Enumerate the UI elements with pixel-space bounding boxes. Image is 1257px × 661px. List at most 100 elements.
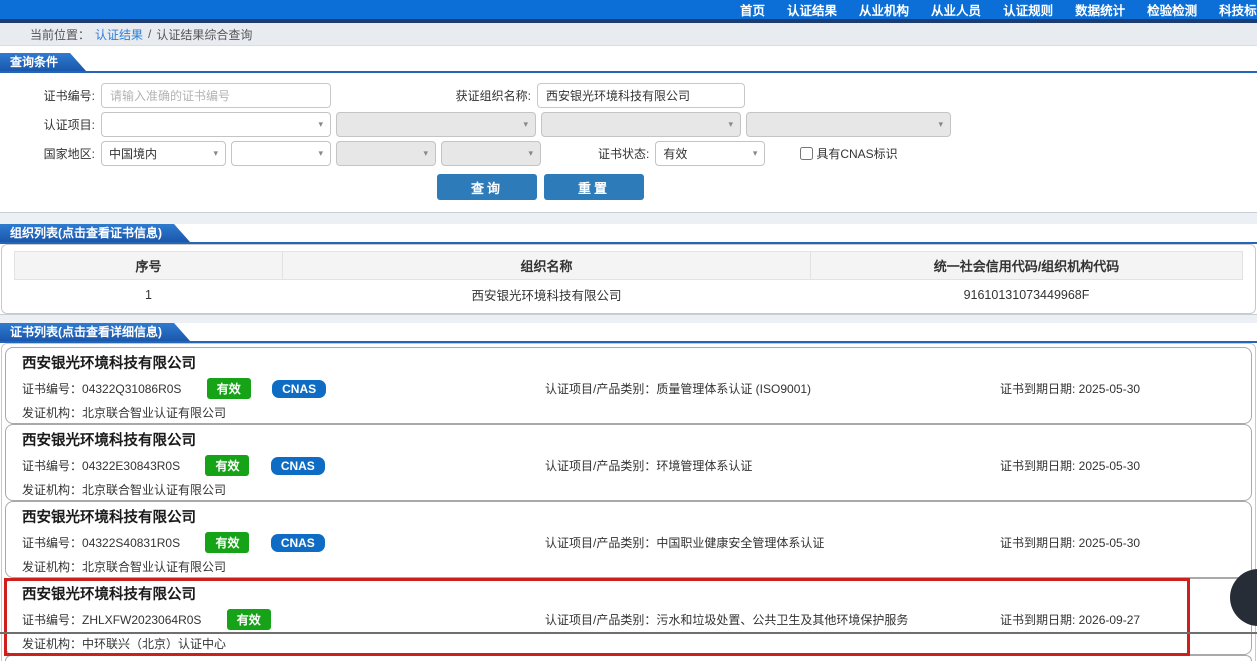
cert-no-label: 证书编号： xyxy=(22,613,82,627)
cert-card-1[interactable]: 西安银光环境科技有限公司 证书编号：04322Q31086R0S 有效 CNAS… xyxy=(5,347,1252,424)
reset-button[interactable]: 重置 xyxy=(544,174,644,200)
project-label: 认证项目/产品类别： xyxy=(545,382,656,396)
form-row-3: 国家地区: 中国境内 ▾ ▾ ▾ ▾ 证书状态: 有效 ▾ 具有CNAS标识 xyxy=(0,141,1257,166)
status-badge: 有效 xyxy=(205,532,249,553)
cert-no-line: 证书编号：04322E30843R0S 有效 CNAS xyxy=(22,455,545,476)
col-header-org-name: 组织名称 xyxy=(283,252,811,280)
cnas-badge: CNAS xyxy=(271,534,325,552)
nav-item-personnel[interactable]: 从业人员 xyxy=(931,0,981,19)
cert-no-line: 证书编号：04322S40831R0S 有效 CNAS xyxy=(22,532,545,553)
nav-item-home[interactable]: 首页 xyxy=(740,0,765,19)
form-buttons: 查询 重置 xyxy=(437,174,1257,200)
chevron-down-icon: ▾ xyxy=(523,120,528,129)
project-sub-select-2: ▾ xyxy=(541,112,741,137)
project-label: 认证项目/产品类别： xyxy=(545,459,656,473)
expiry-line: 证书到期日期: 2025-05-30 xyxy=(1000,380,1235,397)
chevron-down-icon: ▾ xyxy=(213,149,218,158)
project-label: 认证项目/产品类别： xyxy=(545,613,656,627)
breadcrumb: 当前位置： 认证结果 / 认证结果综合查询 xyxy=(0,23,1257,46)
cert-card-2[interactable]: 西安银光环境科技有限公司 证书编号：04322E30843R0S 有效 CNAS… xyxy=(5,424,1252,501)
issuer-line: 发证机构：北京联合智业认证有限公司 xyxy=(22,558,1235,575)
cert-no-value: 04322Q31086R0S xyxy=(82,382,181,396)
org-name-label: 获证组织名称: xyxy=(331,87,531,104)
project-value: 污水和垃圾处置、公共卫生及其他环境保护服务 xyxy=(656,613,908,627)
cnas-badge: CNAS xyxy=(271,457,325,475)
org-name-input[interactable] xyxy=(537,83,745,108)
expiry-label: 证书到期日期: xyxy=(1000,536,1079,550)
issuer-line: 发证机构：北京联合智业认证有限公司 xyxy=(22,404,1235,421)
chevron-down-icon: ▾ xyxy=(423,149,428,158)
expiry-line: 证书到期日期: 2026-09-27 xyxy=(1000,611,1235,628)
project-value: 环境管理体系认证 xyxy=(656,459,752,473)
breadcrumb-label: 当前位置： xyxy=(30,26,90,43)
expiry-line: 证书到期日期: 2025-05-30 xyxy=(1000,457,1235,474)
project-line: 认证项目/产品类别：质量管理体系认证 (ISO9001) xyxy=(545,380,1000,397)
org-list-panel: 序号 组织名称 统一社会信用代码/组织机构代码 1 西安银光环境科技有限公司 9… xyxy=(1,244,1256,314)
project-select[interactable]: ▾ xyxy=(101,112,331,137)
cert-list-tab: 证书列表(点击查看详细信息) xyxy=(0,323,190,341)
issuer-label: 发证机构： xyxy=(22,637,82,651)
project-value: 质量管理体系认证 (ISO9001) xyxy=(656,382,811,396)
breadcrumb-separator: / xyxy=(148,27,151,41)
nav-item-cert-rules[interactable]: 认证规则 xyxy=(1003,0,1053,19)
cert-card-4[interactable]: 西安银光环境科技有限公司 证书编号：ZHLXFW2023064R0S 有效 认证… xyxy=(5,578,1252,655)
query-tab: 查询条件 xyxy=(0,53,86,71)
region-select[interactable]: 中国境内 ▾ xyxy=(101,141,226,166)
expiry-value: 2025-05-30 xyxy=(1079,536,1140,550)
query-form: 证书编号: 获证组织名称: 认证项目: ▾ ▾ ▾ ▾ 国家地区: 中国境内 ▾… xyxy=(0,73,1257,212)
project-value: 中国职业健康安全管理体系认证 xyxy=(656,536,824,550)
cert-card-partial[interactable] xyxy=(5,655,1252,661)
project-line: 认证项目/产品类别：环境管理体系认证 xyxy=(545,457,1000,474)
cert-no-line: 证书编号：04322Q31086R0S 有效 CNAS xyxy=(22,378,545,399)
cnas-checkbox[interactable] xyxy=(800,147,813,160)
status-badge: 有效 xyxy=(205,455,249,476)
expiry-line: 证书到期日期: 2025-05-30 xyxy=(1000,534,1235,551)
expiry-value: 2025-05-30 xyxy=(1079,459,1140,473)
issuer-line: 发证机构：北京联合智业认证有限公司 xyxy=(22,481,1235,498)
issuer-value: 北京联合智业认证有限公司 xyxy=(82,560,226,574)
table-row[interactable]: 1 西安银光环境科技有限公司 91610131073449968F xyxy=(15,280,1243,310)
search-button[interactable]: 查询 xyxy=(437,174,537,200)
cell-credit-code: 91610131073449968F xyxy=(811,280,1243,310)
form-row-2: 认证项目: ▾ ▾ ▾ ▾ xyxy=(0,112,1257,137)
cnas-badge: CNAS xyxy=(272,380,326,398)
project-line: 认证项目/产品类别：污水和垃圾处置、公共卫生及其他环境保护服务 xyxy=(545,611,1000,628)
nav-item-statistics[interactable]: 数据统计 xyxy=(1075,0,1125,19)
cert-org-title: 西安银光环境科技有限公司 xyxy=(22,586,1235,604)
expiry-value: 2026-09-27 xyxy=(1079,613,1140,627)
status-badge: 有效 xyxy=(227,609,271,630)
query-section-header: 查询条件 xyxy=(0,53,1257,73)
section-divider xyxy=(0,314,1257,323)
issuer-label: 发证机构： xyxy=(22,483,82,497)
province-select[interactable]: ▾ xyxy=(231,141,331,166)
section-divider xyxy=(0,212,1257,224)
cert-no-label: 证书编号： xyxy=(22,536,82,550)
nav-item-tech-standard[interactable]: 科技标准 xyxy=(1219,0,1257,19)
expiry-label: 证书到期日期: xyxy=(1000,459,1079,473)
cert-org-title: 西安银光环境科技有限公司 xyxy=(22,355,1235,373)
expiry-label: 证书到期日期: xyxy=(1000,613,1079,627)
status-badge: 有效 xyxy=(207,378,251,399)
issuer-label: 发证机构： xyxy=(22,560,82,574)
status-select[interactable]: 有效 ▾ xyxy=(655,141,765,166)
chevron-down-icon: ▾ xyxy=(753,149,758,158)
chevron-down-icon: ▾ xyxy=(938,120,943,129)
city-select: ▾ xyxy=(336,141,436,166)
cert-no-input[interactable] xyxy=(101,83,331,108)
col-header-credit-code: 统一社会信用代码/组织机构代码 xyxy=(811,252,1243,280)
org-table: 序号 组织名称 统一社会信用代码/组织机构代码 1 西安银光环境科技有限公司 9… xyxy=(14,251,1243,309)
breadcrumb-link-cert-results[interactable]: 认证结果 xyxy=(95,26,143,43)
org-table-header-row: 序号 组织名称 统一社会信用代码/组织机构代码 xyxy=(15,252,1243,280)
cert-no-label: 证书编号： xyxy=(22,459,82,473)
form-row-1: 证书编号: 获证组织名称: xyxy=(0,83,1257,108)
cert-no-label: 证书编号： xyxy=(22,382,82,396)
nav-item-inspection[interactable]: 检验检测 xyxy=(1147,0,1197,19)
nav-item-agencies[interactable]: 从业机构 xyxy=(859,0,909,19)
status-select-value: 有效 xyxy=(663,145,687,162)
col-header-index: 序号 xyxy=(15,252,283,280)
project-sub-select-3: ▾ xyxy=(746,112,951,137)
cert-no-value: ZHLXFW2023064R0S xyxy=(82,613,201,627)
cert-no-value: 04322S40831R0S xyxy=(82,536,180,550)
nav-item-cert-results[interactable]: 认证结果 xyxy=(787,0,837,19)
cert-card-3[interactable]: 西安银光环境科技有限公司 证书编号：04322S40831R0S 有效 CNAS… xyxy=(5,501,1252,578)
